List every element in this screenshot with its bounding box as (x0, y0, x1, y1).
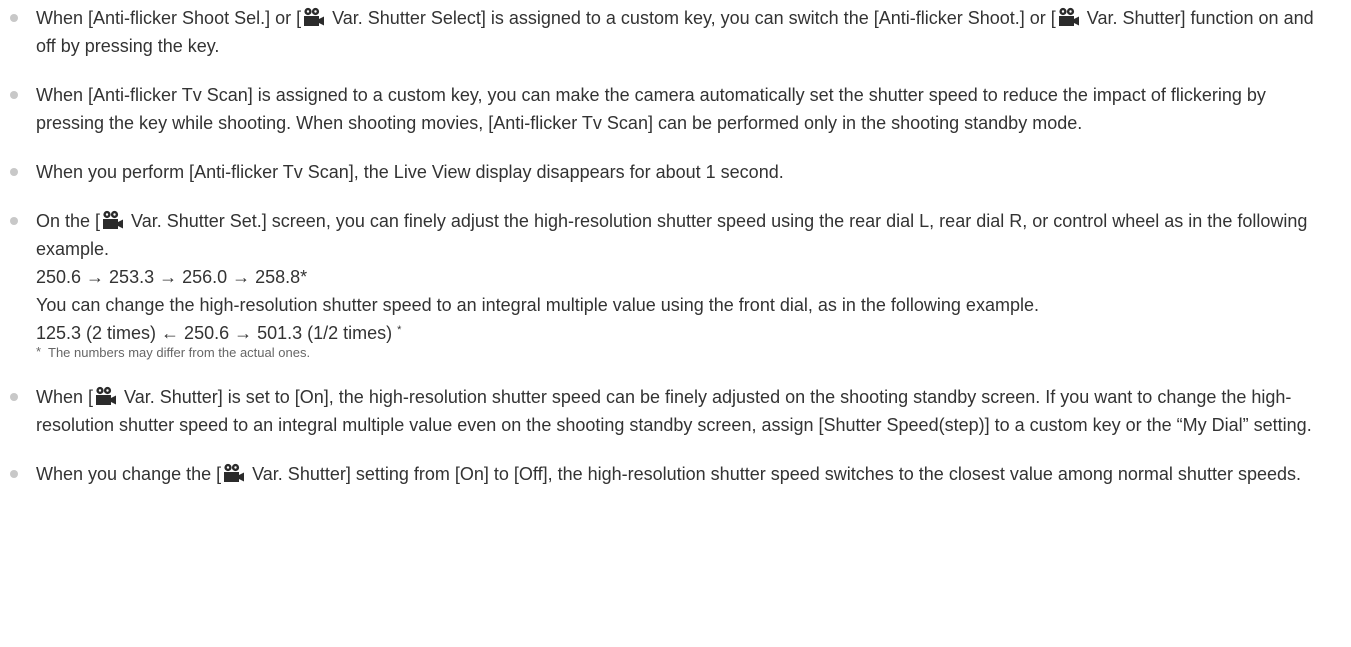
bullet-icon (10, 168, 18, 176)
note-item-var-shutter-set: On the [ Var. Shutter Set.] screen, you … (10, 207, 1326, 362)
note-text: Var. Shutter] is set to [On], the high-r… (36, 387, 1312, 435)
movie-mode-icon (95, 386, 117, 406)
bullet-icon (10, 393, 18, 401)
note-text: On the [ (36, 211, 101, 231)
note-text: When [Anti-flicker Tv Scan] is assigned … (36, 85, 1266, 133)
notes-section: When [Anti-flicker Shoot Sel.] or [ Var.… (0, 0, 1326, 488)
footnote-text: The numbers may differ from the actual o… (48, 345, 311, 360)
note-item-custom-key-switch: When [Anti-flicker Shoot Sel.] or [ Var.… (10, 4, 1326, 60)
footnote-mark: * (36, 344, 42, 359)
note-item-live-view: When you perform [Anti-flicker Tv Scan],… (10, 158, 1326, 186)
bullet-icon (10, 217, 18, 225)
note-text: Var. Shutter Select] is assigned to a cu… (327, 8, 1056, 28)
example-integral-multiple: 125.3 (2 times) ← 250.6 → 501.3 (1/2 tim… (36, 323, 402, 343)
bullet-icon (10, 91, 18, 99)
bullet-icon (10, 14, 18, 22)
note-text: When [ (36, 387, 94, 407)
example-fine-adjust: 250.6 → 253.3 → 256.0 → 258.8* (36, 267, 308, 287)
movie-mode-icon (102, 210, 124, 230)
movie-mode-icon (223, 463, 245, 483)
note-text: You can change the high-resolution shutt… (36, 295, 1039, 315)
notes-list: When [Anti-flicker Shoot Sel.] or [ Var.… (10, 4, 1326, 488)
footnote: * The numbers may differ from the actual … (36, 344, 1326, 362)
note-text: When you perform [Anti-flicker Tv Scan],… (36, 162, 784, 182)
note-text: When you change the [ (36, 464, 222, 484)
movie-mode-icon (303, 7, 325, 27)
note-text: When [Anti-flicker Shoot Sel.] or [ (36, 8, 302, 28)
note-item-tv-scan: When [Anti-flicker Tv Scan] is assigned … (10, 81, 1326, 137)
note-item-var-shutter-on: When [ Var. Shutter] is set to [On], the… (10, 383, 1326, 439)
note-item-var-shutter-off: When you change the [ Var. Shutter] sett… (10, 460, 1326, 488)
note-text: Var. Shutter Set.] screen, you can finel… (36, 211, 1308, 259)
bullet-icon (10, 470, 18, 478)
movie-mode-icon (1058, 7, 1080, 27)
note-text: Var. Shutter] setting from [On] to [Off]… (247, 464, 1302, 484)
footnote-ref: * (397, 324, 402, 336)
